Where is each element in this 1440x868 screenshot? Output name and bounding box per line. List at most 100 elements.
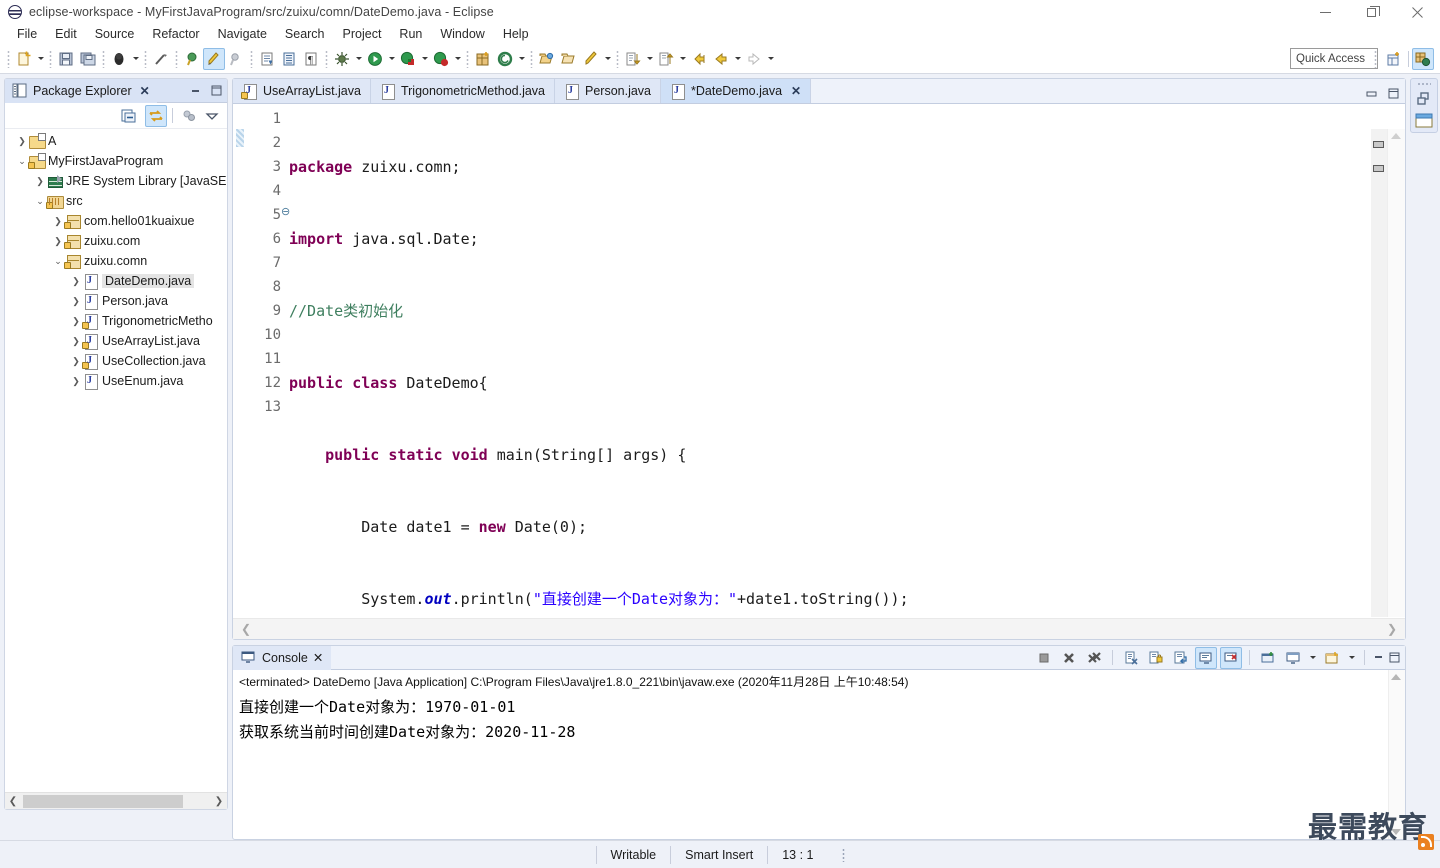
link-with-editor-icon[interactable] <box>145 104 167 127</box>
print-dropdown-icon[interactable] <box>130 48 141 70</box>
open-task-icon[interactable] <box>278 48 300 70</box>
java-perspective-icon[interactable] <box>1412 48 1434 70</box>
menu-help[interactable]: Help <box>494 26 538 42</box>
scroll-up-icon[interactable] <box>1391 133 1401 139</box>
new-wizard-dropdown-icon[interactable] <box>35 48 46 70</box>
highlight-icon[interactable] <box>203 47 225 70</box>
hscroll-thumb[interactable] <box>23 794 183 808</box>
close-button[interactable] <box>1394 0 1440 24</box>
tree-item-datedemo-java[interactable]: ❯ DateDemo.java <box>5 271 227 291</box>
close-icon[interactable]: ✕ <box>313 650 323 665</box>
maximize-button[interactable] <box>1348 0 1394 24</box>
code-editor[interactable]: 1 2 3 4 5 6 7 8 9 10 11 12 13 ⊖ package … <box>233 104 1405 639</box>
forward-icon[interactable] <box>743 48 765 70</box>
expand-arrow-icon[interactable]: ❯ <box>69 296 83 307</box>
tab-person-java[interactable]: Person.java <box>555 79 662 103</box>
back-dropdown-icon[interactable] <box>732 48 743 70</box>
menu-navigate[interactable]: Navigate <box>209 26 276 42</box>
open-perspective-icon[interactable] <box>1383 48 1405 70</box>
external-tools-icon[interactable] <box>580 48 602 70</box>
restore-views-icon[interactable] <box>1416 92 1432 107</box>
close-icon[interactable]: ✕ <box>791 84 801 98</box>
run-config-icon[interactable] <box>397 48 419 70</box>
tree-item-com-hello01kuaixue[interactable]: ❯ com.hello01kuaixue <box>5 211 227 231</box>
expand-arrow-icon[interactable]: ❯ <box>51 216 65 227</box>
tree-item-useenum-java[interactable]: ❯ UseEnum.java <box>5 371 227 391</box>
close-icon[interactable]: ✕ <box>140 84 150 98</box>
collapse-arrow-icon[interactable]: ⌄ <box>33 196 47 207</box>
menu-source[interactable]: Source <box>86 26 144 42</box>
expand-arrow-icon[interactable]: ❯ <box>69 316 83 327</box>
expand-arrow-icon[interactable]: ❯ <box>69 276 83 287</box>
menu-run[interactable]: Run <box>390 26 431 42</box>
expand-arrow-icon[interactable]: ❯ <box>69 376 83 387</box>
tree-item-person-java[interactable]: ❯ Person.java <box>5 291 227 311</box>
expand-arrow-icon[interactable]: ❯ <box>15 136 29 147</box>
coverage-dropdown-icon[interactable] <box>452 48 463 70</box>
open-console-icon[interactable] <box>1321 647 1343 669</box>
show-whitespace-icon[interactable]: ¶ <box>300 48 322 70</box>
pin-console-icon[interactable] <box>1257 647 1279 669</box>
editor-overview-ruler[interactable] <box>1371 129 1387 617</box>
scroll-left-icon[interactable]: ❮ <box>5 796 21 807</box>
menu-file[interactable]: File <box>8 26 46 42</box>
minimize-console-icon[interactable] <box>1372 651 1385 664</box>
minimize-editor-icon[interactable] <box>1365 87 1378 100</box>
menu-refactor[interactable]: Refactor <box>143 26 208 42</box>
save-icon[interactable] <box>55 48 77 70</box>
scroll-lock-icon[interactable] <box>1145 647 1167 669</box>
tree-item-trigonometricmethod-java[interactable]: ❯ TrigonometricMetho <box>5 311 227 331</box>
menu-project[interactable]: Project <box>334 26 391 42</box>
toggle-breadcrumb-icon[interactable] <box>225 48 247 70</box>
open-type-icon[interactable] <box>256 48 278 70</box>
previous-annotation-dropdown-icon[interactable] <box>677 48 688 70</box>
outline-view-icon[interactable] <box>1415 113 1433 129</box>
tree-item-zuixu-com[interactable]: ❯ zuixu.com <box>5 231 227 251</box>
scroll-left-icon[interactable]: ❮ <box>241 622 251 636</box>
remove-launch-icon[interactable] <box>1058 647 1080 669</box>
tree-item-jre-system-library[interactable]: ❯ JRE System Library [JavaSE- <box>5 171 227 191</box>
scroll-right-icon[interactable]: ❯ <box>1387 622 1397 636</box>
maximize-view-icon[interactable] <box>210 84 223 97</box>
menu-edit[interactable]: Edit <box>46 26 86 42</box>
skip-breakpoints-dropdown-icon[interactable] <box>353 48 364 70</box>
console-output[interactable]: <terminated> DateDemo [Java Application]… <box>233 670 1388 839</box>
tab-usearraylist-java[interactable]: UseArrayList.java <box>233 79 371 103</box>
maximize-editor-icon[interactable] <box>1387 87 1400 100</box>
new-annotation-icon[interactable] <box>494 48 516 70</box>
editor-vscrollbar[interactable] <box>1387 129 1405 617</box>
new-java-project-icon[interactable] <box>472 48 494 70</box>
editor-hscrollbar[interactable]: ❮ ❯ <box>233 618 1405 639</box>
tab-trigonometricmethod-java[interactable]: TrigonometricMethod.java <box>370 79 555 103</box>
display-selected-console-dropdown-icon[interactable] <box>1307 647 1318 669</box>
collapse-all-icon[interactable] <box>118 105 140 127</box>
minimize-button[interactable] <box>1302 0 1348 24</box>
back-icon[interactable] <box>710 48 732 70</box>
code-content[interactable]: package zuixu.comn; import java.sql.Date… <box>289 107 1385 639</box>
package-explorer-hscrollbar[interactable]: ❮ ❯ <box>5 792 227 809</box>
coverage-icon[interactable] <box>430 48 452 70</box>
terminate-icon[interactable] <box>1033 647 1055 669</box>
tree-item-usecollection-java[interactable]: ❯ UseCollection.java <box>5 351 227 371</box>
tree-item-A[interactable]: ❯ A <box>5 131 227 151</box>
collapse-arrow-icon[interactable]: ⌄ <box>15 156 29 167</box>
tab-package-explorer[interactable]: Package Explorer ✕ <box>5 78 157 103</box>
new-wizard-icon[interactable] <box>13 48 35 70</box>
open-console-dropdown-icon[interactable] <box>1346 647 1357 669</box>
run-dropdown-icon[interactable] <box>386 48 397 70</box>
new-annotation-dropdown-icon[interactable] <box>516 48 527 70</box>
external-tools-dropdown-icon[interactable] <box>602 48 613 70</box>
tab-datedemo-java[interactable]: *DateDemo.java ✕ <box>661 79 812 103</box>
tree-item-zuixu-comn[interactable]: ⌄ zuixu.comn <box>5 251 227 271</box>
close-package-icon[interactable] <box>558 48 580 70</box>
quick-access-input[interactable]: Quick Access <box>1290 48 1378 69</box>
tree-item-src[interactable]: ⌄ src <box>5 191 227 211</box>
view-menu-icon[interactable] <box>205 109 219 123</box>
next-annotation-icon[interactable] <box>622 48 644 70</box>
toggle-mark-occurrences-icon[interactable] <box>181 48 203 70</box>
remove-all-terminated-icon[interactable] <box>1083 647 1105 669</box>
maximize-console-icon[interactable] <box>1388 651 1401 664</box>
previous-annotation-icon[interactable] <box>655 48 677 70</box>
print-icon[interactable] <box>108 48 130 70</box>
expand-arrow-icon[interactable]: ❯ <box>33 176 47 187</box>
